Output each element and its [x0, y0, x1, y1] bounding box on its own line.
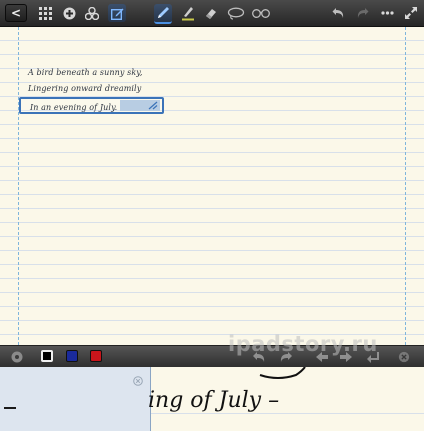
- redo-button[interactable]: [354, 4, 370, 22]
- add-icon: [63, 7, 75, 19]
- close-icon[interactable]: [133, 376, 143, 386]
- edit-icon: [110, 8, 123, 20]
- toolbar: <: [0, 0, 424, 27]
- close-panel-icon[interactable]: [397, 351, 411, 363]
- zoom-handwriting-text: ing of July –: [148, 388, 280, 413]
- zoom-mode-button[interactable]: [251, 4, 271, 22]
- pen-icon: [158, 7, 169, 18]
- back-icon: <: [10, 6, 22, 20]
- color-swatch-red[interactable]: [90, 350, 102, 362]
- lasso-icon: [227, 7, 245, 20]
- back-button[interactable]: <: [5, 4, 27, 22]
- fullscreen-icon: [405, 7, 417, 19]
- share-button[interactable]: [84, 4, 100, 22]
- undo-icon: [332, 8, 343, 18]
- resize-handle-icon[interactable]: [148, 101, 158, 110]
- redo-icon: [357, 8, 368, 18]
- gear-icon[interactable]: [11, 351, 23, 363]
- highlighter-icon: [182, 7, 194, 21]
- watermark-text: ipadstory.ru: [228, 332, 378, 356]
- fullscreen-button[interactable]: [403, 4, 419, 22]
- pen-tool-button[interactable]: [154, 4, 172, 24]
- handwriting-line: A bird beneath a sunny sky,: [28, 68, 143, 77]
- color-swatch-black[interactable]: [41, 350, 53, 362]
- share-icon: [85, 6, 99, 20]
- more-button[interactable]: [379, 4, 395, 22]
- more-icon: [380, 11, 394, 15]
- zoom-margin-area: [0, 367, 151, 431]
- add-button[interactable]: [61, 4, 77, 22]
- handwriting-line: In an evening of July.: [30, 103, 118, 112]
- grid-icon: [38, 6, 52, 20]
- magnifier-glasses-icon: [252, 9, 270, 18]
- handwriting-line: Lingering onward dreamily: [28, 84, 142, 93]
- page-margin-right: [405, 27, 406, 345]
- eraser-tool-button[interactable]: [203, 4, 219, 22]
- color-swatch-blue[interactable]: [66, 350, 78, 362]
- lasso-tool-button[interactable]: [227, 4, 245, 22]
- undo-button[interactable]: [330, 4, 346, 22]
- page-margin-left: [18, 27, 19, 345]
- zoom-stroke-fragment: [4, 407, 16, 409]
- eraser-icon: [206, 9, 216, 19]
- edit-button[interactable]: [108, 4, 126, 22]
- zoom-stroke-fragment: [259, 367, 306, 379]
- grid-button[interactable]: [37, 4, 53, 22]
- highlighter-tool-button[interactable]: [180, 4, 196, 22]
